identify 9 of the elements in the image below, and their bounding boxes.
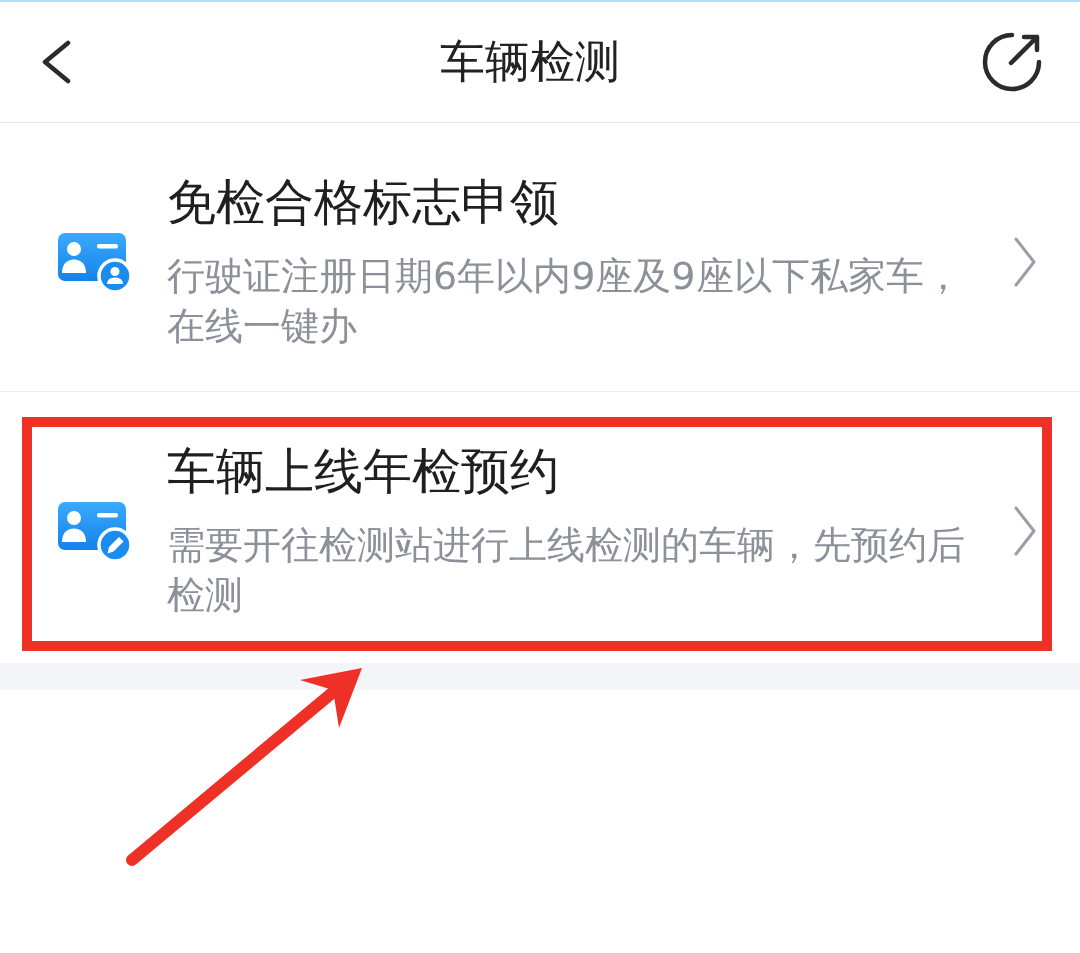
- chevron-right-icon: [1013, 504, 1037, 557]
- item-description: 需要开往检测站进行上线检测的车辆，先预约后检测: [167, 522, 966, 619]
- chevron-right-icon: [1013, 235, 1037, 288]
- page-title: 车辆检测: [440, 34, 620, 90]
- back-icon[interactable]: [40, 40, 72, 84]
- item-title: 车辆上线年检预约: [167, 442, 559, 502]
- item-description: 行驶证注册日期6年以内9座及9座以下私家车，在线一键办: [167, 253, 963, 350]
- share-icon[interactable]: [982, 32, 1042, 92]
- item-title: 免检合格标志申领: [167, 173, 559, 233]
